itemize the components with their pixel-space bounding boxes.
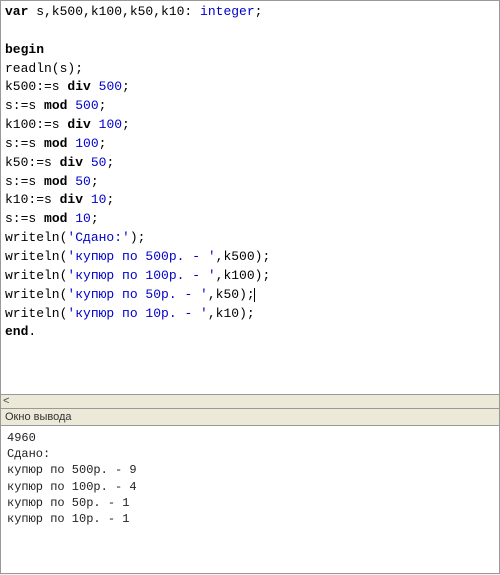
code-line[interactable] (5, 22, 495, 41)
keyword-var: var (5, 4, 28, 19)
code-line[interactable]: s:=s mod 100; (5, 135, 495, 154)
code-line[interactable]: writeln('купюр по 100р. - ',k100); (5, 267, 495, 286)
text-cursor (254, 288, 255, 302)
code-line[interactable]: begin (5, 41, 495, 60)
keyword-end: end (5, 324, 28, 339)
output-line: купюр по 50р. - 1 (7, 495, 493, 511)
code-line[interactable]: s:=s mod 500; (5, 97, 495, 116)
code-line[interactable]: var s,k500,k100,k50,k10: integer; (5, 3, 495, 22)
type-integer: integer (200, 4, 255, 19)
code-line[interactable]: k100:=s div 100; (5, 116, 495, 135)
splitter-handle[interactable]: < (0, 395, 500, 409)
code-line[interactable]: s:=s mod 50; (5, 173, 495, 192)
output-line: купюр по 500р. - 9 (7, 462, 493, 478)
splitter-collapse-icon[interactable]: < (3, 396, 10, 408)
output-line: Сдано: (7, 446, 493, 462)
code-line[interactable]: s:=s mod 10; (5, 210, 495, 229)
code-editor[interactable]: var s,k500,k100,k50,k10: integer; begin … (0, 0, 500, 395)
keyword-begin: begin (5, 42, 44, 57)
output-line: 4960 (7, 430, 493, 446)
code-line[interactable]: writeln('купюр по 10р. - ',k10); (5, 305, 495, 324)
code-line[interactable]: end. (5, 323, 495, 342)
output-panel[interactable]: 4960 Сдано: купюр по 500р. - 9 купюр по … (0, 426, 500, 574)
code-line[interactable]: writeln('купюр по 50р. - ',k50); (5, 286, 495, 305)
code-line[interactable]: k500:=s div 500; (5, 78, 495, 97)
code-line[interactable]: writeln('Сдано:'); (5, 229, 495, 248)
output-panel-title: Окно вывода (0, 409, 500, 426)
code-line[interactable]: k50:=s div 50; (5, 154, 495, 173)
output-line: купюр по 10р. - 1 (7, 511, 493, 527)
code-line[interactable]: readln(s); (5, 60, 495, 79)
code-line[interactable]: k10:=s div 10; (5, 191, 495, 210)
code-line[interactable]: writeln('купюр по 500р. - ',k500); (5, 248, 495, 267)
output-line: купюр по 100р. - 4 (7, 479, 493, 495)
